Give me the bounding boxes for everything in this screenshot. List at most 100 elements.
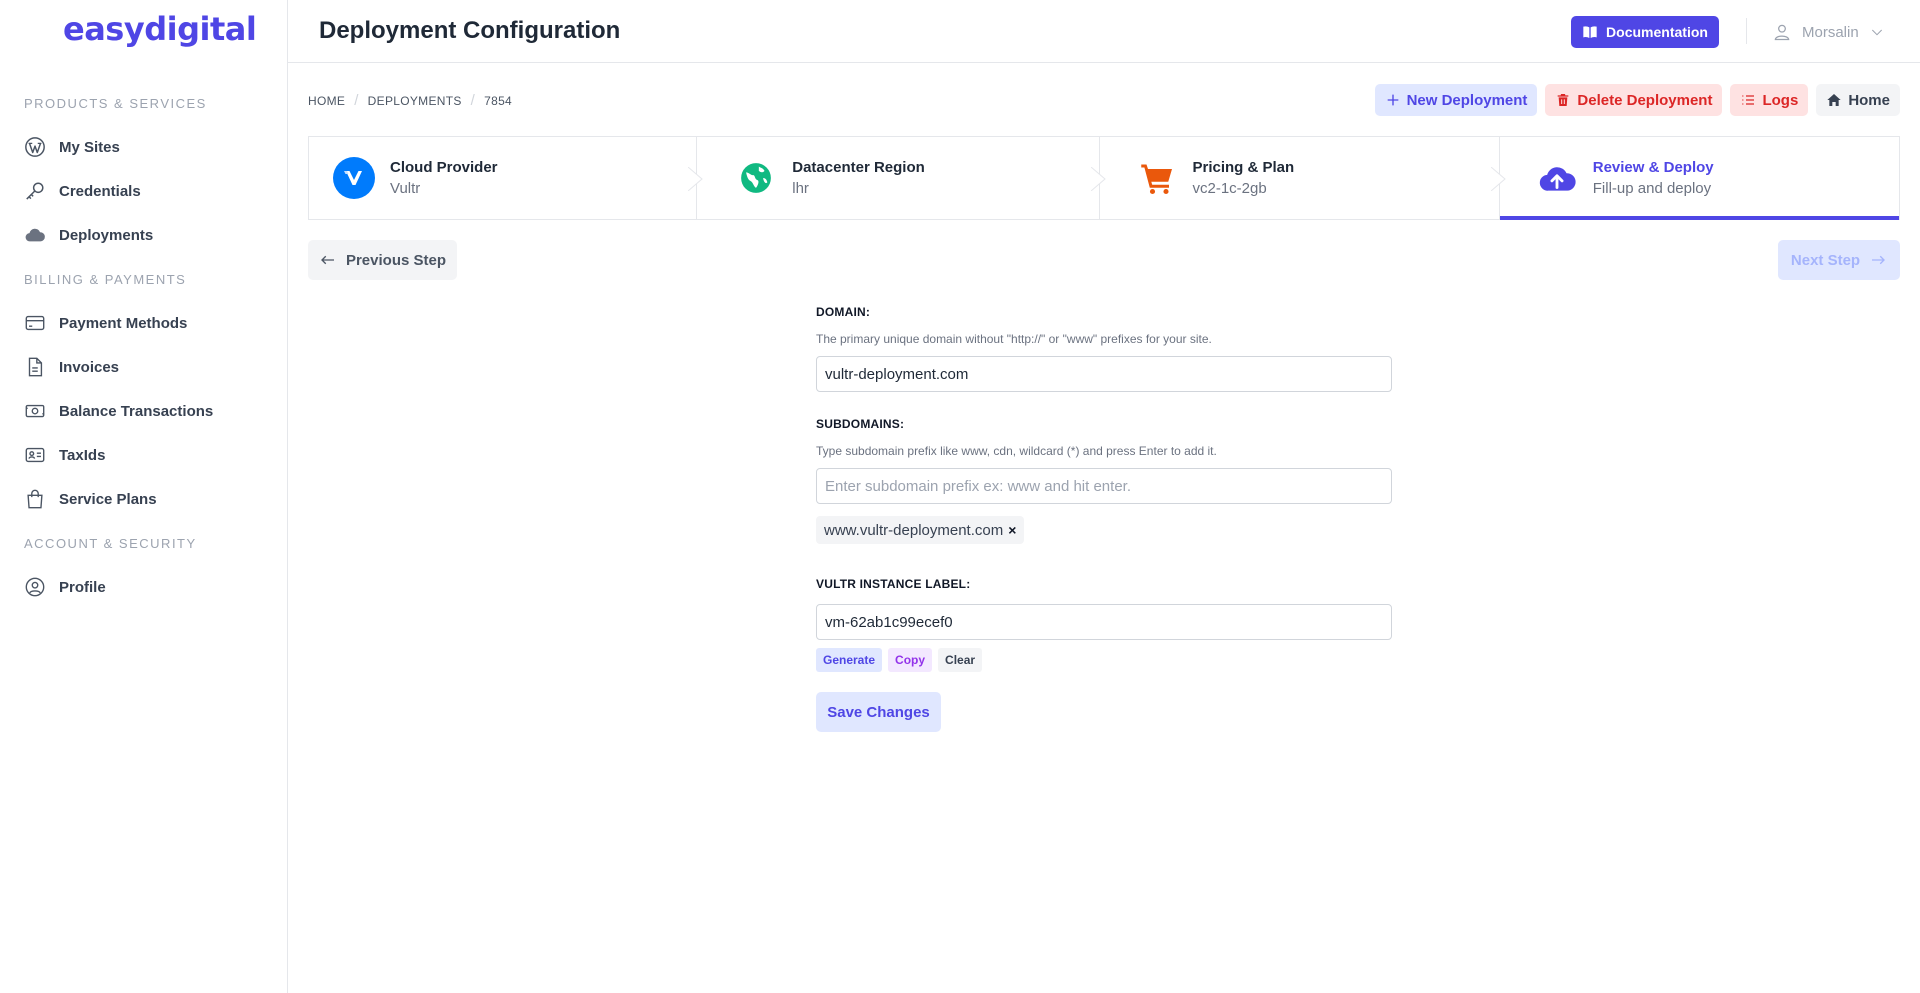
next-step-label: Next Step <box>1790 251 1861 269</box>
cloud-icon <box>24 224 46 246</box>
sidebar-item-label: Service Plans <box>59 490 157 508</box>
vultr-icon <box>333 157 375 199</box>
subdomains-label: SUBDOMAINS: <box>816 417 905 431</box>
step-subtitle: Vultr <box>390 180 421 197</box>
breadcrumb-deployments[interactable]: DEPLOYMENTS <box>368 94 462 108</box>
step-chevron <box>1090 167 1106 191</box>
header-divider <box>1746 18 1747 44</box>
cash-icon <box>24 400 46 422</box>
plus-icon <box>1387 94 1398 106</box>
remove-chip-icon[interactable]: × <box>1008 522 1016 538</box>
clear-button[interactable]: Clear <box>938 648 983 672</box>
delete-deployment-button[interactable]: Delete Deployment <box>1545 84 1723 116</box>
section-title-billing: BILLING & PAYMENTS <box>24 272 187 287</box>
id-card-icon <box>24 444 46 466</box>
sidebar-item-label: Deployments <box>59 226 154 244</box>
sidebar-item-credentials[interactable]: Credentials <box>24 177 141 205</box>
cart-icon <box>1136 157 1178 199</box>
sidebar-item-label: TaxIds <box>59 446 106 464</box>
step-title: Pricing & Plan <box>1192 159 1295 176</box>
user-name: Morsalin <box>1802 23 1859 41</box>
sidebar-item-balance-transactions[interactable]: Balance Transactions <box>24 397 213 425</box>
page-title: Deployment Configuration <box>319 17 621 44</box>
delete-deployment-label: Delete Deployment <box>1577 91 1713 109</box>
instance-label-input[interactable] <box>816 604 1392 640</box>
home-button[interactable]: Home <box>1816 84 1900 116</box>
sidebar-item-service-plans[interactable]: Service Plans <box>24 485 157 513</box>
breadcrumb-separator: / <box>354 92 359 109</box>
breadcrumb-separator: / <box>470 92 476 109</box>
sidebar-item-label: Balance Transactions <box>59 402 214 420</box>
instance-label-label: VULTR INSTANCE LABEL: <box>816 577 971 591</box>
key-icon <box>24 180 46 202</box>
subdomain-chip: www.vultr-deployment.com × <box>816 516 1025 544</box>
step-cloud-provider[interactable]: Cloud Provider Vultr <box>309 137 704 219</box>
new-deployment-label: New Deployment <box>1406 91 1528 109</box>
step-title: Cloud Provider <box>390 159 498 176</box>
step-subtitle: vc2-1c-2gb <box>1192 180 1267 197</box>
new-deployment-button[interactable]: New Deployment <box>1374 84 1538 116</box>
sidebar-item-label: Credentials <box>59 182 141 200</box>
top-actions: New Deployment Delete Deployment Logs Ho… <box>1374 84 1900 116</box>
step-subtitle: lhr <box>792 180 809 197</box>
save-changes-button[interactable]: Save Changes <box>816 692 941 732</box>
sidebar-item-label: Invoices <box>59 358 120 376</box>
step-pricing-plan[interactable]: Pricing & Plan vc2-1c-2gb <box>1098 137 1506 219</box>
sidebar: easydigital PRODUCTS & SERVICES My Sites… <box>0 0 288 993</box>
sidebar-item-profile[interactable]: Profile <box>24 573 106 601</box>
breadcrumb-home[interactable]: HOME <box>308 94 345 108</box>
domain-help: The primary unique domain without "http:… <box>816 332 1212 346</box>
step-chevron <box>1490 167 1506 191</box>
home-label: Home <box>1848 91 1890 109</box>
logs-label: Logs <box>1762 91 1799 109</box>
trash-icon <box>1558 94 1569 106</box>
step-chevron <box>688 167 704 191</box>
section-title-products: PRODUCTS & SERVICES <box>24 96 207 111</box>
wordpress-icon <box>24 136 46 158</box>
sidebar-item-label: Payment Methods <box>59 314 188 332</box>
cloud-upload-icon <box>1536 157 1578 199</box>
document-icon <box>24 356 46 378</box>
previous-step-button[interactable]: Previous Step <box>308 240 457 280</box>
user-icon <box>1774 24 1790 41</box>
book-open-icon <box>1583 26 1597 38</box>
step-review-deploy[interactable]: Review & Deploy Fill-up and deploy <box>1498 137 1900 220</box>
user-menu[interactable]: Morsalin <box>1772 18 1885 46</box>
copy-button[interactable]: Copy <box>888 648 933 672</box>
sidebar-item-label: Profile <box>59 578 106 596</box>
breadcrumb-current: 7854 <box>484 93 513 108</box>
logo[interactable]: easydigital <box>63 10 257 48</box>
step-datacenter-region[interactable]: Datacenter Region lhr <box>696 137 1106 219</box>
sidebar-item-invoices[interactable]: Invoices <box>24 353 119 381</box>
generate-button[interactable]: Generate <box>816 648 883 672</box>
domain-label: DOMAIN: <box>816 305 871 319</box>
domain-input[interactable] <box>816 356 1392 392</box>
step-title: Datacenter Region <box>792 159 925 176</box>
documentation-label: Documentation <box>1606 24 1708 40</box>
subdomain-chip-label: www.vultr-deployment.com <box>824 521 1004 539</box>
subdomain-input[interactable] <box>816 468 1392 504</box>
section-title-account: ACCOUNT & SECURITY <box>24 536 197 551</box>
subdomains-help: Type subdomain prefix like www, cdn, wil… <box>816 444 1217 458</box>
sidebar-item-my-sites[interactable]: My Sites <box>24 133 120 161</box>
list-icon <box>1742 95 1755 105</box>
sidebar-item-payment-methods[interactable]: Payment Methods <box>24 309 187 337</box>
logs-button[interactable]: Logs <box>1730 84 1809 116</box>
arrow-left-icon <box>321 255 334 265</box>
sidebar-item-label: My Sites <box>59 138 120 156</box>
arrow-right-icon <box>1872 255 1886 265</box>
documentation-button[interactable]: Documentation <box>1571 16 1719 48</box>
shopping-bag-icon <box>24 488 46 510</box>
next-step-button[interactable]: Next Step <box>1778 240 1900 280</box>
step-subtitle: Fill-up and deploy <box>1592 180 1712 197</box>
user-circle-icon <box>24 576 46 598</box>
sidebar-item-deployments[interactable]: Deployments <box>24 221 153 249</box>
credit-card-icon <box>24 312 46 334</box>
breadcrumb: HOME / DEPLOYMENTS / 7854 <box>308 92 512 109</box>
previous-step-label: Previous Step <box>345 251 447 269</box>
wizard-steps: Cloud Provider Vultr Datacenter Region l… <box>308 136 1900 220</box>
globe-icon <box>735 157 777 199</box>
sidebar-item-taxids[interactable]: TaxIds <box>24 441 105 469</box>
instance-label-actions: Generate Copy Clear <box>816 648 983 672</box>
home-icon <box>1827 94 1841 106</box>
